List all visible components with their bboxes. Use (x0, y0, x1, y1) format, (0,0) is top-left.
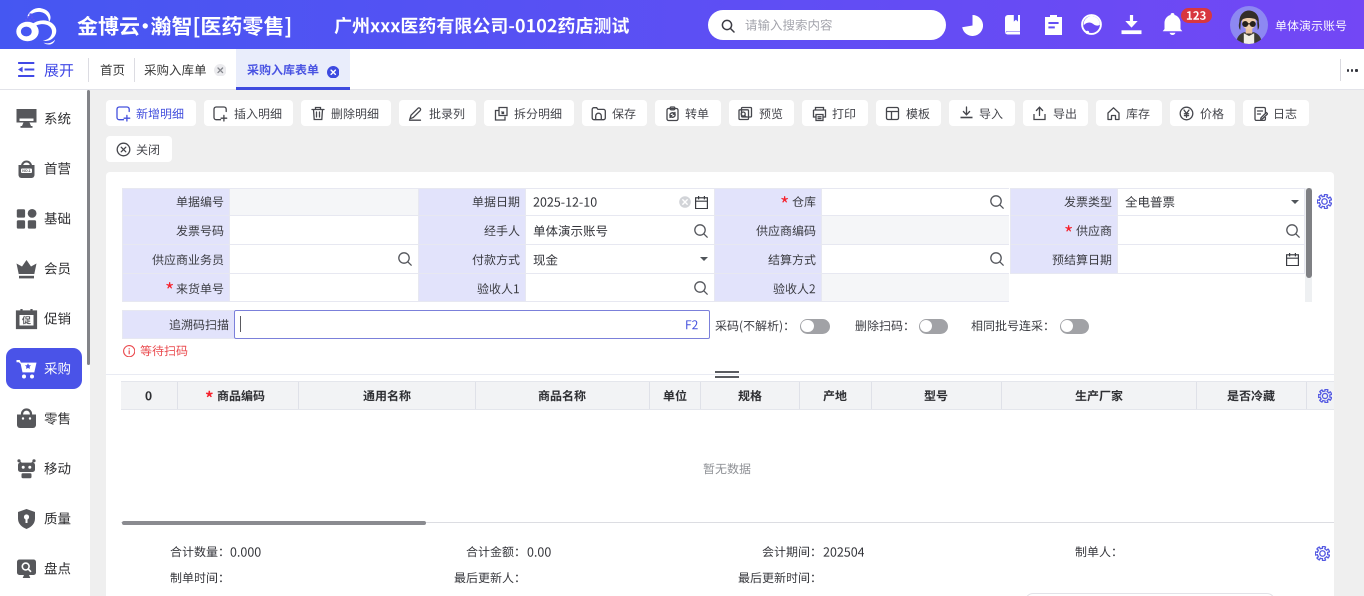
svg-text:NO.1: NO.1 (22, 169, 30, 173)
